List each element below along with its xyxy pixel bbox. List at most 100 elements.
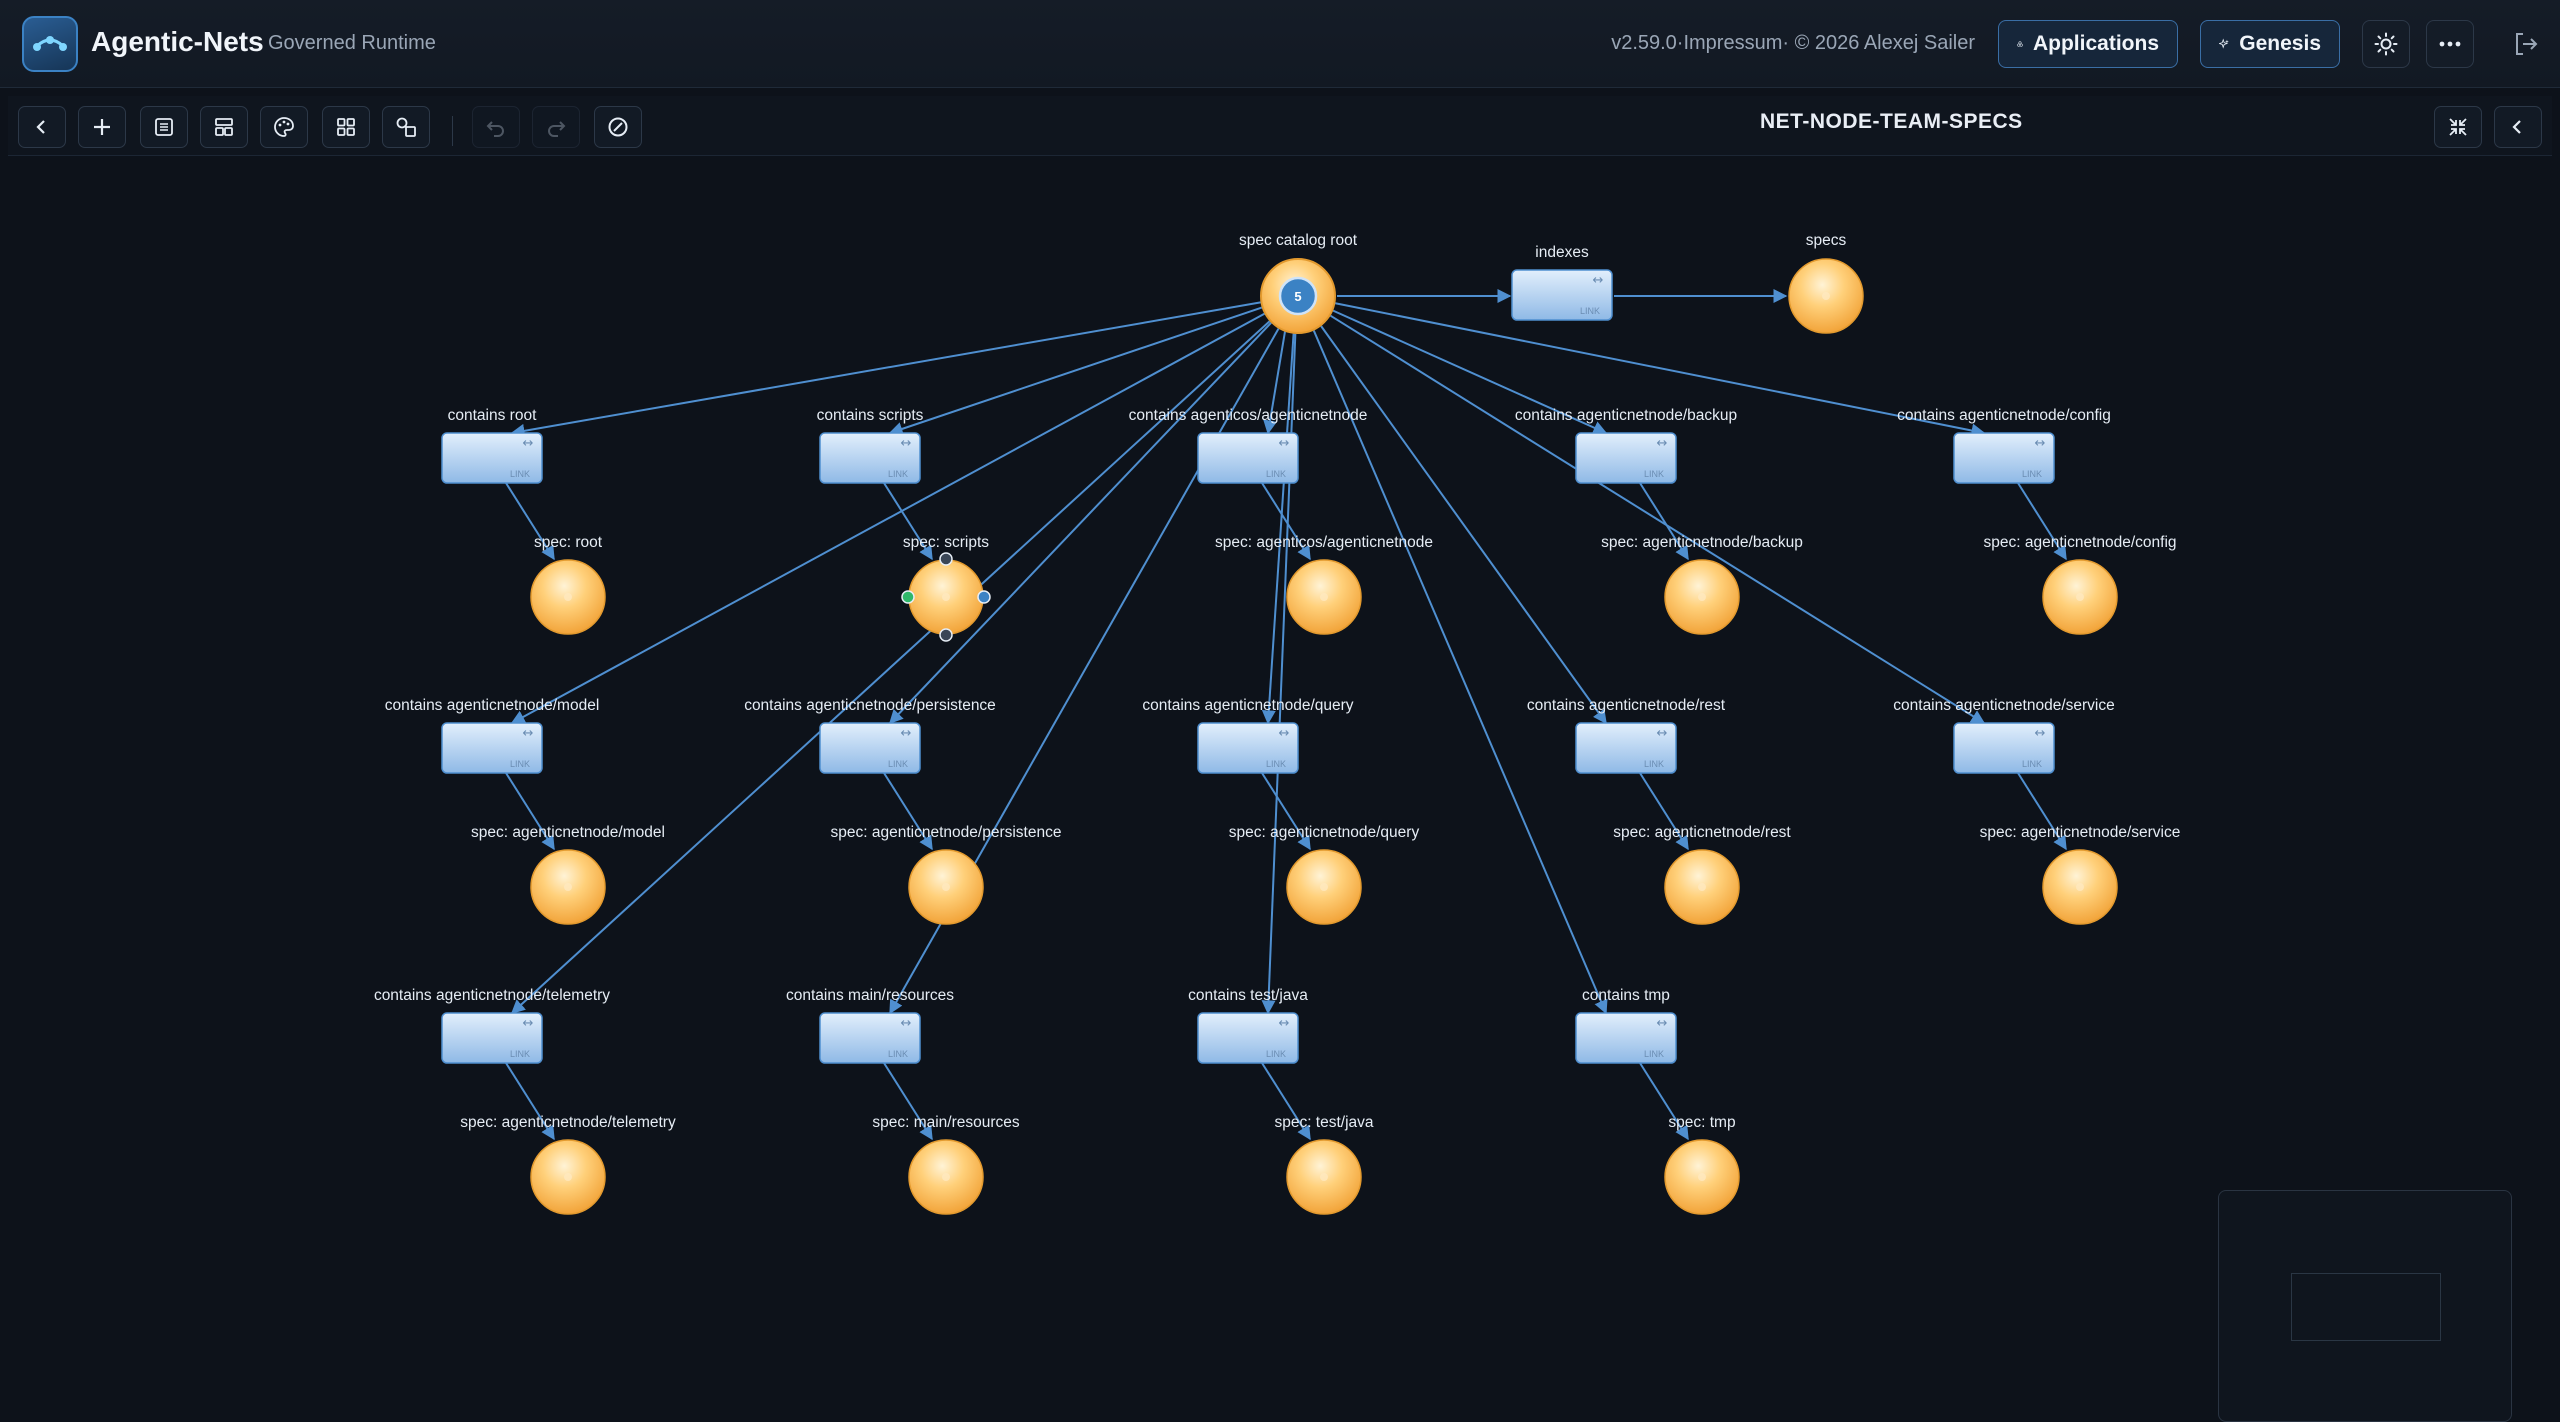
theme-toggle-button[interactable] — [2362, 20, 2410, 68]
place-label: spec: main/resources — [872, 1114, 1020, 1131]
app-title: Agentic-Nets — [91, 26, 264, 57]
transition-contains-agenticos-agenticnetnode[interactable]: contains agenticos/agenticnetnode ↔ LINK — [1129, 407, 1368, 484]
back-button[interactable] — [18, 106, 66, 148]
transition-label: contains main/resources — [786, 987, 954, 1004]
list-button[interactable] — [140, 106, 188, 148]
place-spec-tmp[interactable]: spec: tmp — [1664, 1114, 1740, 1215]
connection-handle[interactable] — [901, 590, 915, 604]
add-button[interactable] — [78, 106, 126, 148]
transition-contains-root[interactable]: contains root ↔ LINK — [441, 407, 543, 484]
transition-contains-agenticnetnode-backup[interactable]: contains agenticnetnode/backup ↔ LINK — [1515, 407, 1737, 484]
app-logo[interactable] — [22, 16, 78, 72]
place-spec-agenticnetnode-config[interactable]: spec: agenticnetnode/config — [1983, 534, 2177, 635]
place-label: spec: agenticnetnode/query — [1229, 824, 1420, 841]
place-spec-main-resources[interactable]: spec: main/resources — [872, 1114, 1020, 1215]
undo-icon — [486, 121, 504, 137]
place-center-dot — [1320, 1173, 1328, 1181]
arc[interactable] — [1329, 314, 1986, 724]
arc[interactable] — [510, 320, 1271, 1014]
arc[interactable] — [889, 322, 1272, 725]
transition-contains-main-resources[interactable]: contains main/resources ↔ LINK — [786, 987, 954, 1064]
transition-contains-test-java[interactable]: contains test/java ↔ LINK — [1188, 987, 1308, 1064]
panel-toggle-button[interactable] — [2494, 106, 2542, 148]
applications-button[interactable]: Applications — [1998, 20, 2178, 68]
more-menu-button[interactable] — [2426, 20, 2474, 68]
place-center-dot — [942, 593, 950, 601]
transition-contains-agenticnetnode-persistence[interactable]: contains agenticnetnode/persistence ↔ LINK — [744, 697, 996, 774]
genesis-button[interactable]: Genesis — [2200, 20, 2340, 68]
palette-button[interactable] — [260, 106, 308, 148]
place-center-dot — [2076, 883, 2084, 891]
transition-label: contains root — [448, 407, 537, 424]
place-label: specs — [1806, 232, 1847, 249]
transition-contains-scripts[interactable]: contains scripts ↔ LINK — [817, 407, 924, 484]
transition-label: contains agenticnetnode/rest — [1527, 697, 1726, 714]
place-spec-scripts[interactable]: spec: scripts — [901, 534, 991, 642]
place-spec-agenticnetnode-query[interactable]: spec: agenticnetnode/query — [1229, 824, 1420, 925]
petri-net-graph[interactable]: spec catalog root 5 indexes ↔ LINK specs… — [8, 158, 2552, 1314]
place-spec-agenticnetnode-model[interactable]: spec: agenticnetnode/model — [471, 824, 665, 925]
place-spec-agenticnetnode-rest[interactable]: spec: agenticnetnode/rest — [1613, 824, 1791, 925]
logout-button[interactable] — [2510, 28, 2542, 60]
grid-button[interactable] — [322, 106, 370, 148]
grid-icon — [337, 118, 355, 136]
link-tag: LINK — [1266, 469, 1286, 479]
transition-indexes[interactable]: indexes ↔ LINK — [1511, 244, 1613, 321]
version-impressum-link[interactable]: v2.59.0·Impressum· © 2026 Alexej Sailer — [1611, 32, 1975, 55]
place-spec-agenticnetnode-backup[interactable]: spec: agenticnetnode/backup — [1601, 534, 1803, 635]
collapse-button[interactable] — [2434, 106, 2482, 148]
link-tag: LINK — [2022, 759, 2042, 769]
redo-icon — [548, 121, 566, 137]
applications-label: Applications — [2032, 32, 2159, 55]
transition-label: contains agenticnetnode/model — [385, 697, 600, 714]
link-tag: LINK — [1644, 1049, 1664, 1059]
minimap[interactable] — [2218, 1190, 2512, 1422]
chevron-left-icon — [2512, 120, 2521, 134]
place-spec-agenticnetnode-persistence[interactable]: spec: agenticnetnode/persistence — [831, 824, 1062, 925]
layout-button[interactable] — [200, 106, 248, 148]
transition-label: contains tmp — [1582, 987, 1670, 1004]
link-tag: LINK — [1644, 759, 1664, 769]
place-spec-agenticnetnode-service[interactable]: spec: agenticnetnode/service — [1980, 824, 2181, 925]
shapes-button[interactable] — [382, 106, 430, 148]
list-icon — [155, 118, 173, 136]
link-arrows-icon: ↔ — [1279, 1016, 1290, 1031]
transition-contains-agenticnetnode-config[interactable]: contains agenticnetnode/config ↔ LINK — [1897, 407, 2111, 484]
transition-contains-agenticnetnode-model[interactable]: contains agenticnetnode/model ↔ LINK — [385, 697, 600, 774]
place-spec-agenticos-agenticnetnode[interactable]: spec: agenticos/agenticnetnode — [1215, 534, 1433, 635]
transition-contains-agenticnetnode-service[interactable]: contains agenticnetnode/service ↔ LINK — [1893, 697, 2115, 774]
connection-handle[interactable] — [939, 628, 953, 642]
place-spec-root[interactable]: spec: root — [530, 534, 606, 635]
link-arrows-icon: ↔ — [2035, 726, 2046, 741]
transition-label: contains agenticnetnode/config — [1897, 407, 2111, 424]
place-center-dot — [942, 883, 950, 891]
arc[interactable] — [510, 312, 1265, 724]
transition-label: contains scripts — [817, 407, 924, 424]
arc[interactable] — [1320, 325, 1607, 725]
connection-handle[interactable] — [977, 590, 991, 604]
toolbar-divider — [452, 116, 453, 146]
minimap-viewport[interactable] — [2291, 1273, 2441, 1341]
place-label: spec: agenticnetnode/telemetry — [460, 1114, 676, 1131]
more-icon — [2439, 41, 2461, 47]
link-tag: LINK — [888, 759, 908, 769]
arc[interactable] — [1312, 330, 1608, 1015]
place-spec-test-java[interactable]: spec: test/java — [1274, 1114, 1374, 1215]
place-specs[interactable]: specs — [1788, 232, 1864, 334]
net-canvas[interactable]: spec catalog root 5 indexes ↔ LINK specs… — [8, 158, 2552, 1422]
sparkle-icon — [2219, 38, 2229, 49]
link-arrows-icon: ↔ — [1279, 436, 1290, 451]
redo-button[interactable] — [532, 106, 580, 148]
transition-contains-agenticnetnode-telemetry[interactable]: contains agenticnetnode/telemetry ↔ LINK — [374, 987, 610, 1064]
undo-button[interactable] — [472, 106, 520, 148]
place-center-dot — [564, 1173, 572, 1181]
place-spec-agenticnetnode-telemetry[interactable]: spec: agenticnetnode/telemetry — [460, 1114, 676, 1215]
place-label: spec: test/java — [1274, 1114, 1373, 1131]
transition-contains-tmp[interactable]: contains tmp ↔ LINK — [1575, 987, 1677, 1064]
link-tag: LINK — [1266, 1049, 1286, 1059]
connection-handle[interactable] — [939, 552, 953, 566]
transition-contains-agenticnetnode-rest[interactable]: contains agenticnetnode/rest ↔ LINK — [1527, 697, 1726, 774]
transition-contains-agenticnetnode-query[interactable]: contains agenticnetnode/query ↔ LINK — [1142, 697, 1354, 774]
place-label: spec catalog root — [1239, 232, 1358, 249]
disable-button[interactable] — [594, 106, 642, 148]
